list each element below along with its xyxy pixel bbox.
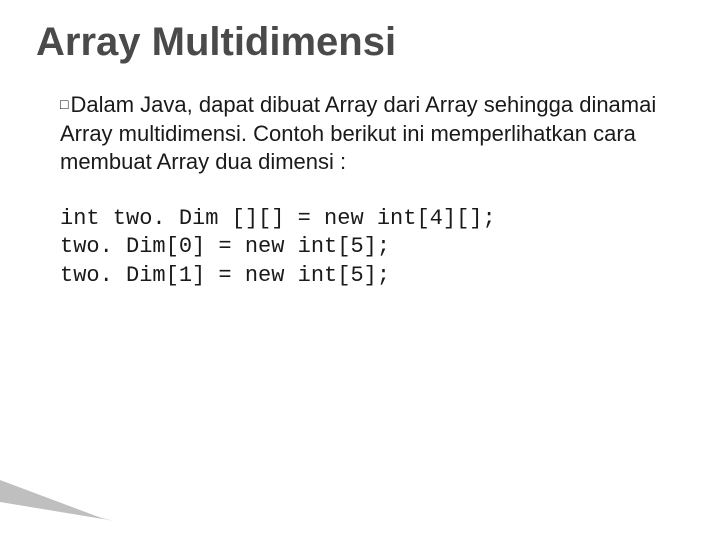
code-block: int two. Dim [][] = new int[4][]; two. D… [60,205,684,291]
code-line-1: int two. Dim [][] = new int[4][]; [60,205,684,234]
paragraph-rest: Java, dapat dibuat Array dari Array sehi… [60,92,656,174]
code-line-3: two. Dim[1] = new int[5]; [60,262,684,291]
paragraph-lead: Dalam [70,92,134,117]
bullet-icon: □ [60,96,68,112]
slide-container: Array Multidimensi □Dalam Java, dapat di… [0,0,720,291]
code-line-2: two. Dim[0] = new int[5]; [60,233,684,262]
corner-decoration [0,480,230,540]
slide-title: Array Multidimensi [36,20,684,65]
body-paragraph: □Dalam Java, dapat dibuat Array dari Arr… [60,91,684,177]
